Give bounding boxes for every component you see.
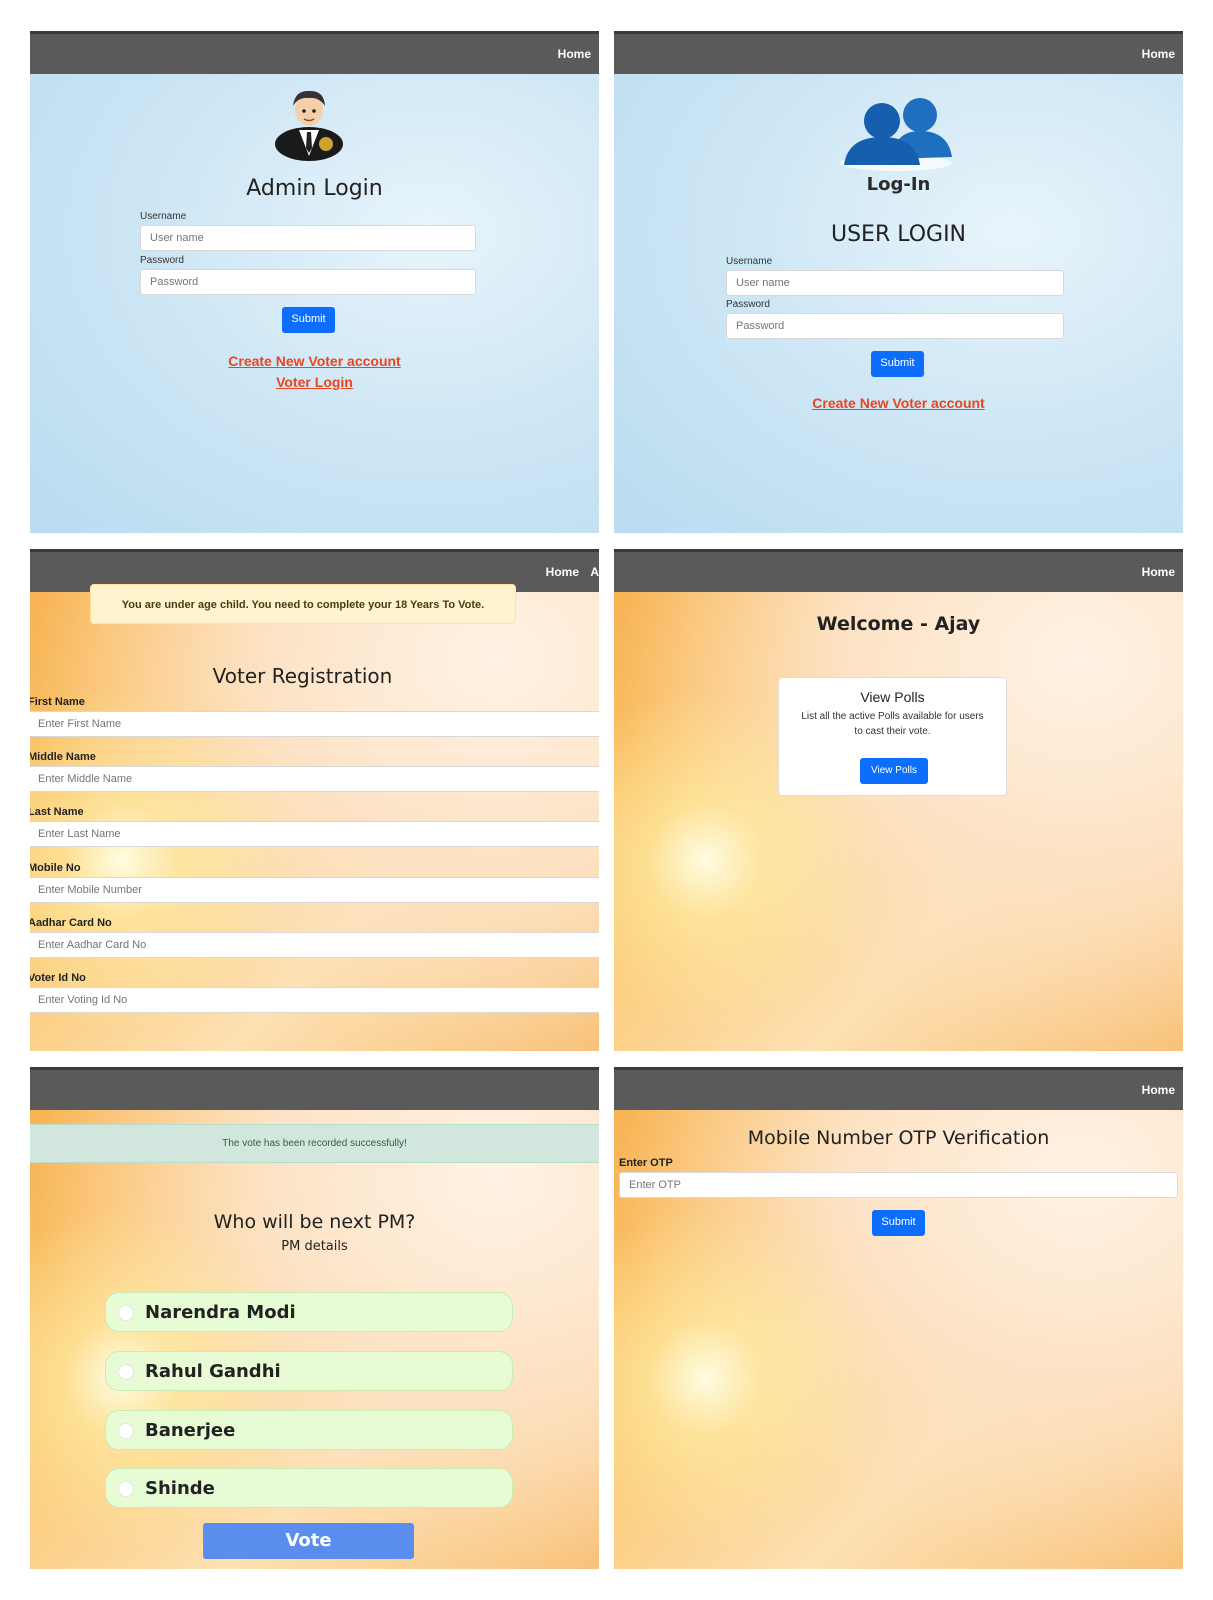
nav-home-link[interactable]: Home [1142, 565, 1175, 579]
option-label: Shinde [145, 1478, 215, 1499]
user-login-panel: Home Log-In USER LOGIN Username Password… [614, 31, 1183, 533]
radio-button[interactable] [118, 1481, 134, 1497]
card-title: View Polls [860, 689, 925, 705]
nav-home-link[interactable]: Home [1142, 1083, 1175, 1097]
vote-button[interactable]: Vote [203, 1523, 414, 1559]
submit-button[interactable]: Submit [282, 307, 335, 333]
users-icon [840, 98, 952, 171]
admin-avatar-icon [275, 90, 343, 161]
admin-login-panel: Home Admin Login Username Password Submi… [30, 31, 599, 533]
logo-text: Log-In [866, 174, 931, 195]
poll-option[interactable]: Rahul Gandhi [105, 1351, 513, 1391]
nav-home-link[interactable]: Home [558, 47, 591, 61]
otp-label: Enter OTP [619, 1157, 673, 1169]
card-text-line2: to cast their vote. [854, 726, 931, 737]
poll-subtitle: PM details [281, 1239, 348, 1254]
navbar: Home [614, 1067, 1183, 1110]
navbar [30, 1067, 599, 1110]
poll-panel: The vote has been recorded successfully!… [30, 1067, 599, 1569]
first-name-label: First Name [30, 696, 85, 708]
mobile-label: Mobile No [30, 862, 81, 874]
option-label: Rahul Gandhi [145, 1361, 281, 1382]
nav-home-link[interactable]: Home [546, 565, 579, 579]
radio-button[interactable] [118, 1305, 134, 1321]
submit-button[interactable]: Submit [871, 351, 924, 377]
last-name-label: Last Name [30, 806, 84, 818]
voter-registration-panel: Home A You are under age child. You need… [30, 549, 599, 1051]
first-name-input[interactable] [30, 711, 599, 737]
page-title: Mobile Number OTP Verification [747, 1127, 1050, 1149]
password-label: Password [726, 299, 770, 310]
option-label: Banerjee [145, 1420, 236, 1441]
underage-alert: You are under age child. You need to com… [90, 584, 516, 624]
option-label: Narendra Modi [145, 1302, 296, 1323]
password-label: Password [140, 255, 184, 266]
navbar: Home [614, 31, 1183, 74]
username-label: Username [140, 211, 187, 222]
aadhar-label: Aadhar Card No [30, 917, 112, 929]
poll-option[interactable]: Narendra Modi [105, 1292, 513, 1332]
poll-option[interactable]: Banerjee [105, 1410, 513, 1450]
password-input[interactable] [140, 269, 476, 295]
password-input[interactable] [726, 313, 1064, 339]
middle-name-label: Middle Name [30, 751, 96, 763]
voter-id-input[interactable] [30, 987, 599, 1013]
create-account-link[interactable]: Create New Voter account [30, 353, 599, 369]
voter-id-label: Voter Id No [30, 972, 86, 984]
page-title: USER LOGIN [830, 222, 967, 247]
nav-clipped-link[interactable]: A [590, 565, 599, 579]
username-label: Username [726, 256, 773, 267]
voter-login-link[interactable]: Voter Login [30, 374, 599, 390]
poll-question: Who will be next PM? [213, 1211, 416, 1233]
welcome-panel: Home Welcome - Ajay View Polls List all … [614, 549, 1183, 1051]
success-alert: The vote has been recorded successfully! [30, 1124, 599, 1163]
mobile-input[interactable] [30, 877, 599, 903]
submit-button[interactable]: Submit [872, 1210, 925, 1236]
view-polls-card: View Polls List all the active Polls ava… [778, 677, 1007, 796]
radio-button[interactable] [118, 1423, 134, 1439]
aadhar-input[interactable] [30, 932, 599, 958]
create-account-link[interactable]: Create New Voter account [614, 395, 1183, 411]
view-polls-button[interactable]: View Polls [860, 758, 928, 784]
card-text-line1: List all the active Polls available for … [801, 711, 984, 722]
middle-name-input[interactable] [30, 766, 599, 792]
nav-home-link[interactable]: Home [1142, 47, 1175, 61]
navbar: Home [30, 31, 599, 74]
radio-button[interactable] [118, 1364, 134, 1380]
page-title: Voter Registration [212, 664, 393, 688]
page-title: Admin Login [246, 176, 383, 201]
otp-input[interactable] [619, 1172, 1178, 1198]
navbar: Home [614, 549, 1183, 592]
welcome-title: Welcome - Ajay [816, 613, 981, 635]
otp-panel: Home Mobile Number OTP Verification Ente… [614, 1067, 1183, 1569]
username-input[interactable] [726, 270, 1064, 296]
poll-option[interactable]: Shinde [105, 1468, 513, 1508]
username-input[interactable] [140, 225, 476, 251]
last-name-input[interactable] [30, 821, 599, 847]
